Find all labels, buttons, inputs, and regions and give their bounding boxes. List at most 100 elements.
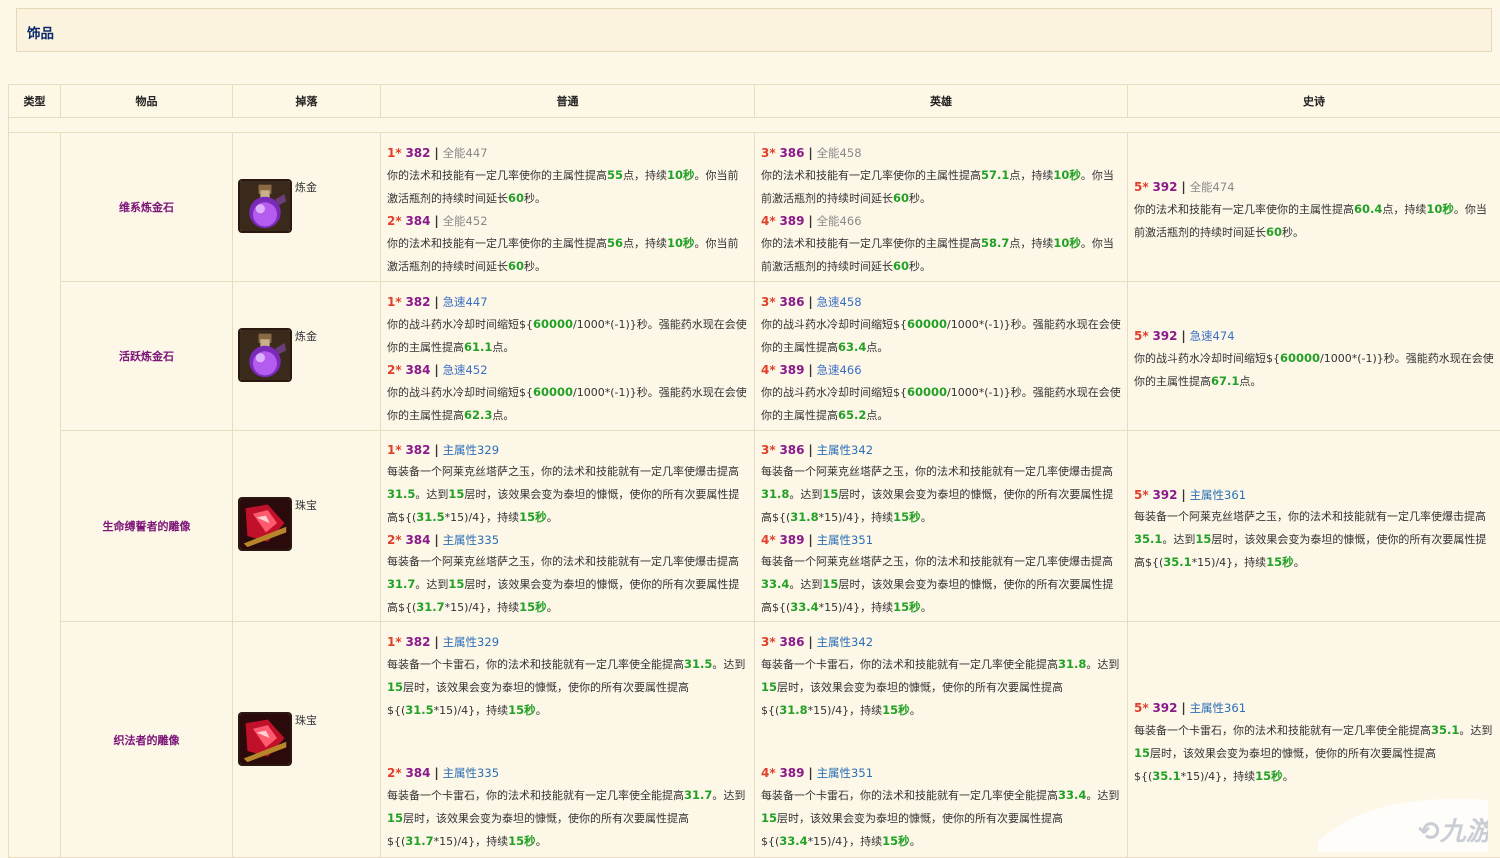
item-level: 384	[405, 214, 430, 228]
highlight-value: 60	[508, 259, 524, 273]
heroic-tier-2: 4* 389 | 主属性351	[761, 762, 1121, 784]
heroic-desc-2: 你的战斗药水冷却时间缩短${60000/1000*(-1)}秒。强能药水现在会使…	[761, 381, 1121, 427]
highlight-value: 15秒	[508, 834, 536, 848]
drop-cell: 珠宝	[233, 431, 381, 622]
heroic-tier-1: 3* 386 | 主属性342	[761, 631, 1121, 653]
heroic-desc-1: 你的战斗药水冷却时间缩短${60000/1000*(-1)}秒。强能药水现在会使…	[761, 313, 1121, 359]
highlight-value: 31.7	[387, 577, 415, 591]
type-cell	[9, 133, 61, 858]
highlight-value: 15	[387, 680, 403, 694]
highlight-value: 10秒	[1426, 202, 1454, 216]
heroic-desc-2: 每装备一个卡雷石，你的法术和技能就有一定几率使全能提高33.4。达到15层时，该…	[761, 784, 1121, 853]
heroic-tier-1: 3* 386 | 急速458	[761, 291, 1121, 313]
item-name[interactable]: 织法者的雕像	[61, 622, 233, 858]
item-level: 386	[779, 295, 804, 309]
normal-desc-1: 你的战斗药水冷却时间缩短${60000/1000*(-1)}秒。强能药水现在会使…	[387, 313, 748, 359]
item-level: 384	[405, 533, 430, 547]
highlight-value: 15	[761, 680, 777, 694]
epic-desc-1: 每装备一个卡雷石，你的法术和技能就有一定几率使全能提高35.1。达到15层时，该…	[1134, 719, 1494, 788]
highlight-value: 31.8	[1058, 657, 1086, 671]
highlight-value: 56	[607, 236, 623, 250]
heroic-cell: 3* 386 | 急速458 你的战斗药水冷却时间缩短${60000/1000*…	[755, 282, 1128, 431]
tier-star: 2*	[387, 766, 402, 780]
highlight-value: 31.7	[405, 834, 433, 848]
epic-desc-1: 你的法术和技能有一定几率使你的主属性提高60.4点，持续10秒。你当前激活瓶剂的…	[1134, 198, 1494, 244]
epic-tier-1: 5* 392 | 急速474	[1134, 325, 1494, 347]
normal-tier-1: 1* 382 | 主属性329	[387, 439, 748, 461]
normal-tier-2: 2* 384 | 主属性335	[387, 762, 748, 784]
highlight-value: 55	[607, 168, 623, 182]
tier-stat: 主属性342	[817, 443, 873, 457]
tier-star: 2*	[387, 363, 402, 377]
highlight-value: 15	[822, 487, 838, 501]
table-row: 生命缚誓者的雕像珠宝 1* 382 | 主属性329 每装备一个阿莱克丝塔萨之玉，…	[9, 431, 1500, 622]
tier-star: 5*	[1134, 488, 1149, 502]
table-row: 活跃炼金石 炼金 1* 382 | 急速447 你的战斗药水冷却时间缩短${6000…	[9, 282, 1500, 431]
heroic-desc-1: 每装备一个卡雷石，你的法术和技能就有一定几率使全能提高31.8。达到15层时，该…	[761, 653, 1121, 722]
highlight-value: 15秒	[1266, 555, 1294, 569]
highlight-value: 57.1	[981, 168, 1009, 182]
heroic-cell: 3* 386 | 主属性342 每装备一个阿莱克丝塔萨之玉，你的法术和技能就有一…	[755, 431, 1128, 622]
tier-star: 4*	[761, 766, 776, 780]
tier-star: 3*	[761, 295, 776, 309]
normal-tier-2: 2* 384 | 主属性335	[387, 529, 748, 551]
item-level: 392	[1152, 329, 1177, 343]
normal-desc-1: 每装备一个卡雷石，你的法术和技能就有一定几率使全能提高31.5。达到15层时，该…	[387, 653, 748, 722]
highlight-value: 31.7	[684, 788, 712, 802]
highlight-value: 15	[448, 577, 464, 591]
item-name[interactable]: 活跃炼金石	[61, 282, 233, 431]
item-level: 389	[779, 533, 804, 547]
item-level: 392	[1152, 180, 1177, 194]
item-level: 382	[405, 295, 430, 309]
normal-tier-1: 1* 382 | 急速447	[387, 291, 748, 313]
highlight-value: 15	[1134, 746, 1150, 760]
normal-cell: 1* 382 | 急速447 你的战斗药水冷却时间缩短${60000/1000*…	[381, 282, 755, 431]
potion-icon[interactable]	[238, 328, 292, 382]
normal-desc-1: 你的法术和技能有一定几率使你的主属性提高55点，持续10秒。你当前激活瓶剂的持续…	[387, 164, 748, 210]
highlight-value: 33.4	[790, 600, 818, 614]
item-level: 389	[779, 214, 804, 228]
gem-figurine-icon[interactable]	[238, 497, 292, 551]
item-name[interactable]: 生命缚誓者的雕像	[61, 431, 233, 622]
header-heroic: 英雄	[755, 85, 1128, 118]
normal-tier-2: 2* 384 | 全能452	[387, 210, 748, 232]
tier-stat: 全能474	[1190, 180, 1235, 194]
highlight-value: 31.5	[416, 510, 444, 524]
item-level: 386	[779, 443, 804, 457]
table-header-row: 类型 物品 掉落 普通 英雄 史诗	[9, 85, 1500, 118]
heroic-desc-2: 你的法术和技能有一定几率使你的主属性提高58.7点，持续10秒。你当前激活瓶剂的…	[761, 232, 1121, 278]
tier-stat: 主属性335	[443, 533, 499, 547]
tier-star: 3*	[761, 635, 776, 649]
highlight-value: 15秒	[508, 703, 536, 717]
normal-cell: 1* 382 | 主属性329 每装备一个卡雷石，你的法术和技能就有一定几率使全…	[381, 622, 755, 858]
highlight-value: 65.2	[838, 408, 866, 422]
normal-desc-1: 每装备一个阿莱克丝塔萨之玉，你的法术和技能就有一定几率使爆击提高31.5。达到1…	[387, 461, 748, 529]
heroic-desc-1: 你的法术和技能有一定几率使你的主属性提高57.1点，持续10秒。你当前激活瓶剂的…	[761, 164, 1121, 210]
tier-stat: 全能458	[817, 146, 862, 160]
highlight-value: 31.5	[387, 487, 415, 501]
highlight-value: 62.3	[464, 408, 492, 422]
epic-desc-1: 每装备一个阿莱克丝塔萨之玉，你的法术和技能就有一定几率使爆击提高35.1。达到1…	[1134, 506, 1494, 574]
highlight-value: 10秒	[1053, 168, 1081, 182]
highlight-value: 60000	[907, 317, 947, 331]
item-level: 392	[1152, 488, 1177, 502]
item-level: 386	[779, 146, 804, 160]
item-name[interactable]: 维系炼金石	[61, 133, 233, 282]
tier-star: 2*	[387, 214, 402, 228]
potion-icon[interactable]	[238, 179, 292, 233]
highlight-value: 15秒	[519, 510, 547, 524]
epic-tier-1: 5* 392 | 主属性361	[1134, 697, 1494, 719]
header-normal: 普通	[381, 85, 755, 118]
highlight-value: 35.1	[1134, 532, 1162, 546]
highlight-value: 10秒	[667, 168, 695, 182]
highlight-value: 31.8	[790, 510, 818, 524]
gem-figurine-icon[interactable]	[238, 712, 292, 766]
drop-source: 炼金	[295, 328, 317, 344]
highlight-value: 15	[761, 811, 777, 825]
highlight-value: 31.8	[761, 487, 789, 501]
highlight-value: 15	[387, 811, 403, 825]
highlight-value: 15秒	[893, 510, 921, 524]
tier-star: 5*	[1134, 329, 1149, 343]
epic-tier-1: 5* 392 | 主属性361	[1134, 484, 1494, 506]
highlight-value: 60	[508, 191, 524, 205]
